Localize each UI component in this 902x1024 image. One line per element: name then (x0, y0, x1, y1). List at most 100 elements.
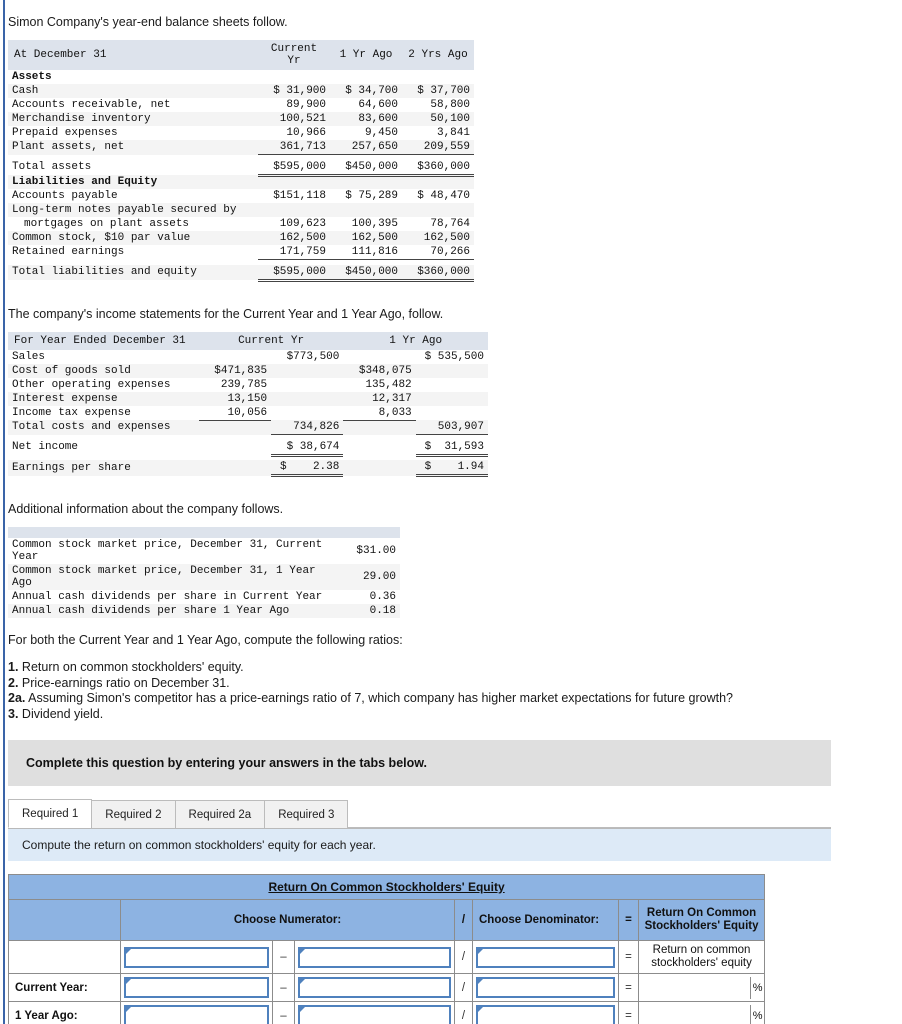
bs-row-label: mortgages on plant assets (24, 218, 190, 230)
is-row-value (271, 392, 343, 406)
answer-row-label: Current Year: (8, 973, 121, 1002)
denominator-input-cell (472, 1001, 619, 1024)
numerator-input-1[interactable] (124, 977, 269, 998)
requirement-text: Dividend yield. (18, 706, 104, 721)
balance-sheet-row: Long-term notes payable secured by (8, 203, 474, 217)
complete-question-banner: Complete this question by entering your … (8, 740, 831, 786)
denominator-input-cell (472, 973, 619, 1002)
is-row-value: 10,056 (198, 405, 272, 421)
is-row-value: $ 535,500 (424, 350, 484, 363)
answer-grid: Return On Common Stockholders' Equity Ch… (7, 874, 766, 1024)
bs-row-label: Accounts payable (12, 190, 118, 202)
is-row-label: Net income (12, 441, 79, 454)
balance-sheet-row: Accounts payable $151,118 $ 75,289 $ 48,470 (8, 189, 474, 203)
requirement-item: 2. Price-earnings ratio on December 31. (8, 676, 902, 692)
is-row-value (271, 378, 343, 392)
income-statement-header-row: For Year Ended December 31 Current Yr 1 … (8, 331, 488, 350)
divide-operator: / (454, 973, 473, 1002)
bs-row-label: Retained earnings (12, 246, 125, 259)
tab-required-3[interactable]: Required 3 (264, 800, 349, 828)
is-row-value (416, 392, 488, 406)
ai-row-label: Common stock market price, December 31, … (12, 565, 316, 589)
balance-sheet-row: Common stock, $10 par value 162,500 162,50… (8, 231, 474, 245)
bs-row-value: 100,521 (279, 113, 326, 125)
numerator-input-1[interactable] (124, 1005, 269, 1024)
denominator-input[interactable] (476, 977, 615, 998)
income-statement-row: Other operating expenses 239,785 135,482 (8, 377, 488, 392)
numerator-input-1-cell (120, 940, 273, 974)
bs-row-value: 9,450 (364, 127, 398, 139)
bs-row-value: 162,500 (279, 232, 326, 244)
answer-grid-row: Current Year: – / =% (8, 973, 766, 1002)
result-percent-cell[interactable]: % (637, 1001, 766, 1024)
bs-row-value: 100,395 (351, 218, 398, 230)
balance-sheet-lead: Simon Company's year-end balance sheets … (8, 15, 288, 29)
requirement-text: Return on common stockholders' equity. (18, 660, 244, 674)
bs-row-label: Plant assets, net (12, 141, 125, 154)
page-content: Simon Company's year-end balance sheets … (0, 0, 902, 1024)
requirement-item: 1. Return on common stockholders' equity… (8, 660, 902, 676)
tab-required-1[interactable]: Required 1 (8, 799, 93, 828)
bs-row-value: 3,841 (436, 127, 470, 139)
is-row-value (343, 440, 415, 456)
minus-operator: – (272, 973, 295, 1002)
equals-operator: = (618, 973, 639, 1002)
denominator-input[interactable] (476, 1005, 615, 1024)
left-rail (3, 0, 5, 1024)
balance-sheet-row: Total assets $595,000 $450,000 $360,000 (8, 159, 474, 177)
bs-row-value (330, 203, 402, 217)
bs-row-label: Long-term notes payable secured by (12, 204, 237, 216)
bs-row-value: $ 34,700 (345, 85, 398, 97)
is-row-value (271, 364, 343, 378)
ai-row-value: $31.00 (356, 545, 396, 557)
bs-row-value: 58,800 (430, 99, 470, 111)
tab-required-2a[interactable]: Required 2a (174, 800, 266, 828)
answer-grid-row: 1 Year Ago: – / =% (8, 1001, 766, 1024)
bs-row-value: 83,600 (358, 113, 398, 125)
bs-row-value (258, 70, 330, 84)
is-row-value (343, 460, 415, 476)
bs-row-value: $360,000 (402, 264, 474, 282)
additional-info-body: Common stock market price, December 31, … (8, 538, 400, 618)
denominator-input[interactable] (476, 946, 615, 968)
income-statement-body: Sales $773,500 $ 535,500 Cost of goods sold… (8, 349, 488, 477)
balance-sheet-row: Plant assets, net 361,713 257,650 209,559 (8, 140, 474, 155)
is-row-value: $471,835 (214, 364, 268, 377)
bs-row-value: 257,650 (330, 140, 402, 155)
ai-row-value: 0.36 (369, 591, 396, 603)
requirements-list: 1. Return on common stockholders' equity… (8, 660, 902, 722)
numerator-input-2[interactable] (298, 946, 451, 968)
bs-row-value (258, 203, 330, 217)
result-percent-cell[interactable]: % (637, 973, 766, 1002)
additional-info-row: Common stock market price, December 31, … (8, 564, 400, 590)
numerator-input-2-cell (294, 940, 455, 974)
is-row-value (199, 440, 271, 456)
requirement-item: 2a. Assuming Simon's competitor has a pr… (8, 691, 902, 707)
numerator-input-1[interactable] (124, 946, 269, 968)
is-row-label: Total costs and expenses (12, 421, 171, 434)
numerator-input-1-cell (120, 1001, 273, 1024)
is-row-value (416, 378, 488, 392)
answer-grid-result-header: Return On Common Stockholders' Equity (637, 899, 766, 941)
is-row-value: 8,033 (343, 405, 416, 421)
answer-grid-corner (8, 899, 121, 941)
is-row-label: Cost of goods sold (12, 364, 131, 377)
is-row-value (343, 420, 415, 435)
income-statement-row: Total costs and expenses 734,826 503,907 (8, 420, 488, 435)
income-statement-row: Sales $773,500 $ 535,500 (8, 349, 488, 364)
is-col-current-yr: Current Yr (198, 331, 344, 350)
tab-required-2[interactable]: Required 2 (91, 800, 176, 828)
bs-row-value: $360,000 (402, 159, 474, 177)
ai-col-label (8, 527, 337, 538)
answer-grid-title: Return On Common Stockholders' Equity (7, 874, 766, 900)
tab-label: Required 2a (188, 809, 252, 821)
ai-row-label: Annual cash dividends per share 1 Year A… (12, 605, 290, 617)
bs-col-2yrs-ago: 2 Yrs Ago (402, 40, 474, 70)
income-statement-lead: The company's income statements for the … (8, 306, 444, 321)
numerator-input-2[interactable] (298, 1005, 451, 1024)
numerator-input-2[interactable] (298, 977, 451, 998)
answer-grid-slash-header: / (454, 899, 473, 941)
answer-grid-numerator-header: Choose Numerator: (120, 899, 455, 941)
bs-row-value: 111,816 (330, 245, 402, 260)
balance-sheet-row: Liabilities and Equity (8, 175, 474, 189)
